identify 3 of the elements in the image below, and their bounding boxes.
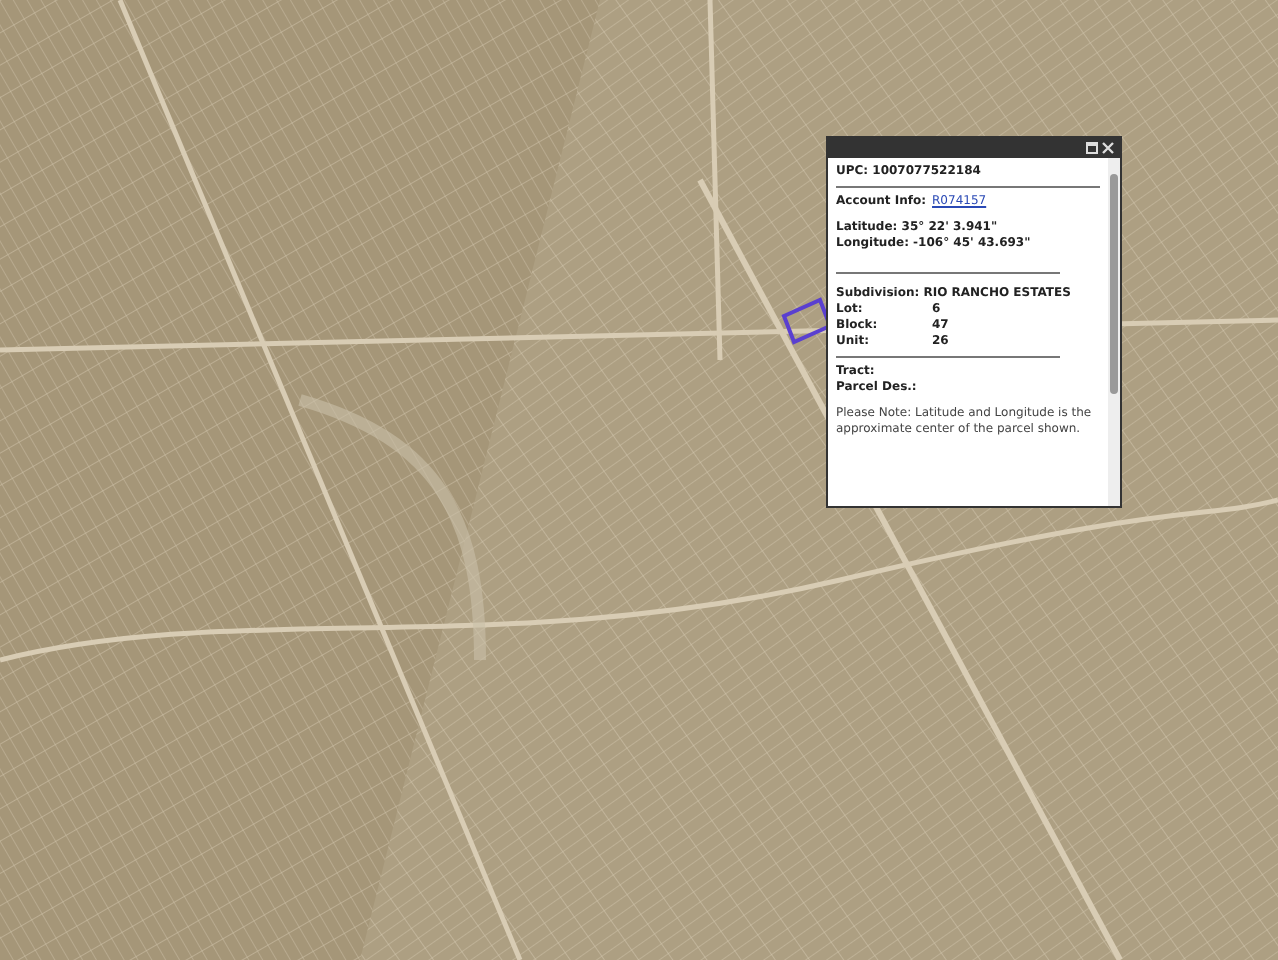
close-icon[interactable] xyxy=(1102,142,1114,154)
scrollbar[interactable] xyxy=(1108,158,1120,506)
maximize-icon[interactable] xyxy=(1086,142,1098,154)
